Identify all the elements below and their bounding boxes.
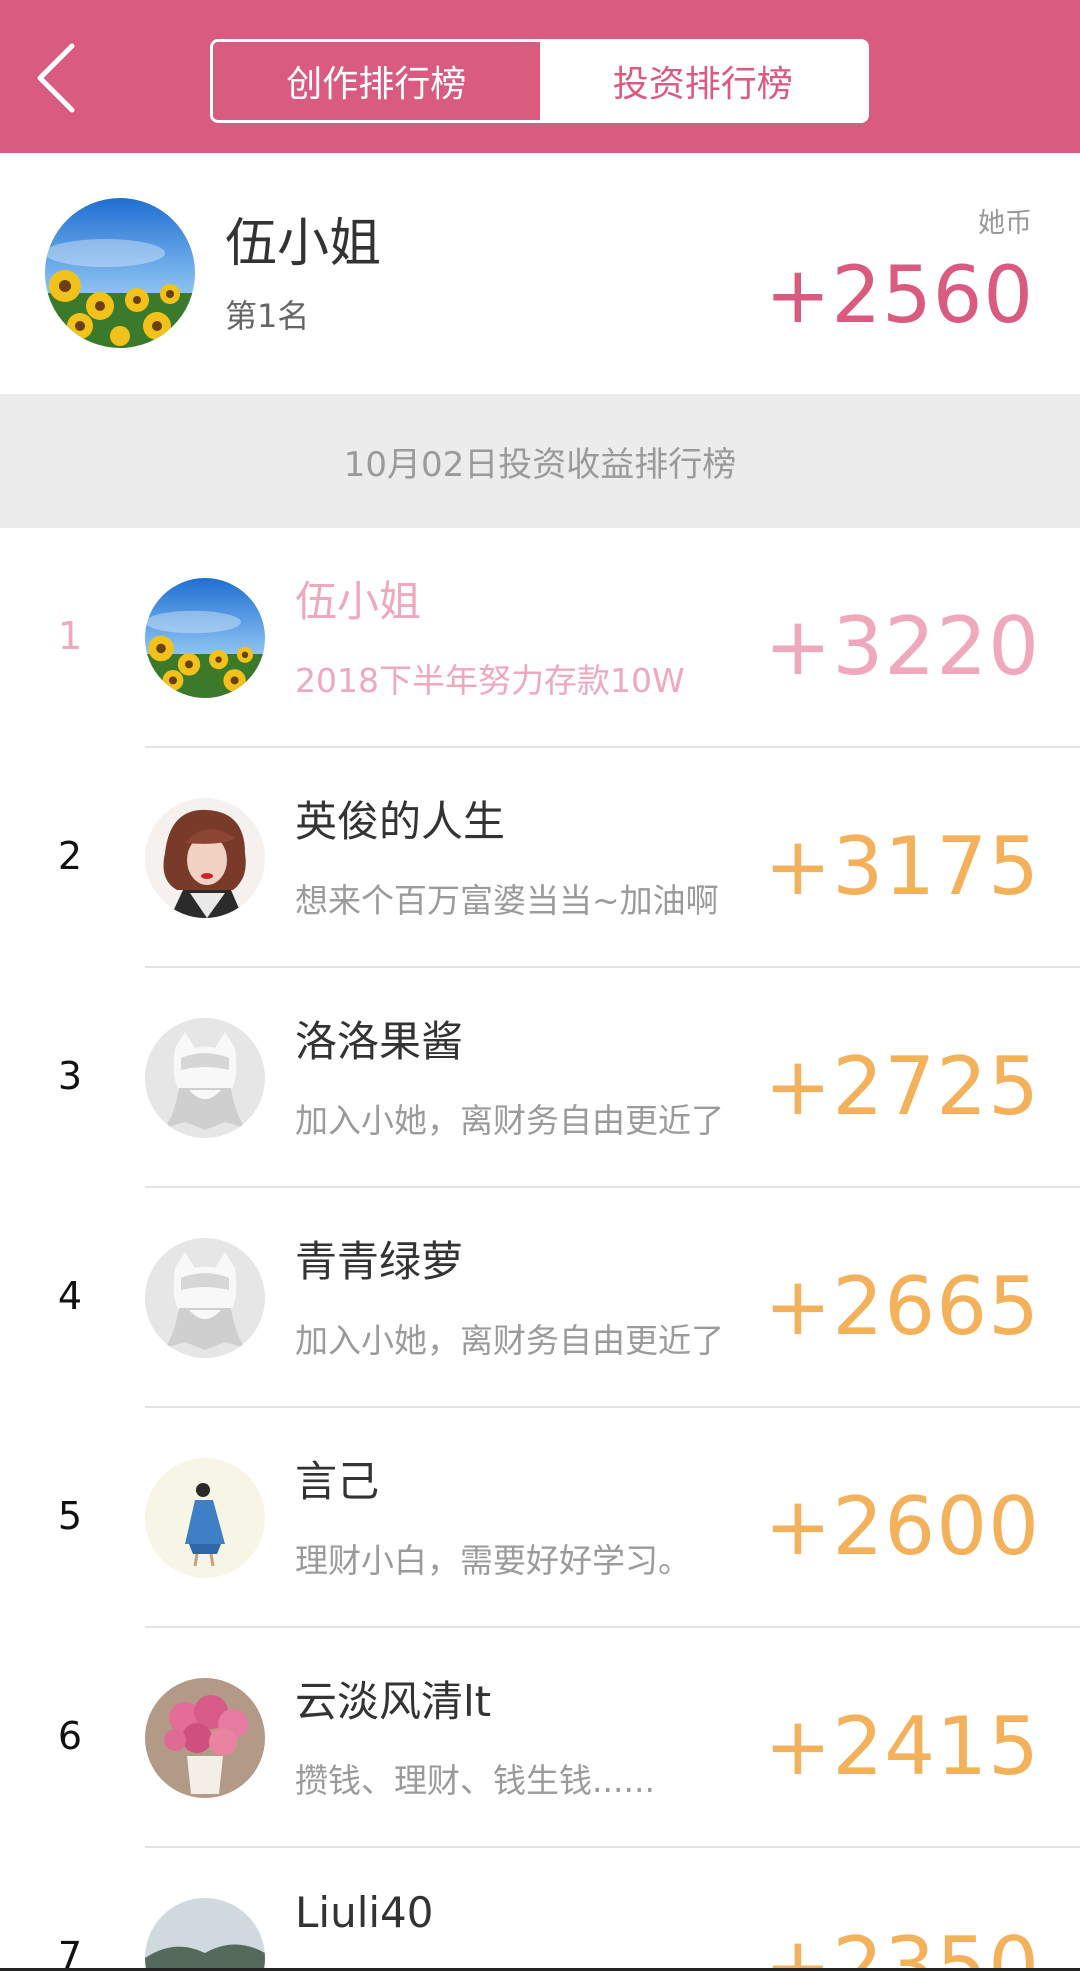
user-score: +2600: [764, 1480, 1040, 1573]
user-motto: 2018下半年努力存款10W: [295, 661, 685, 700]
rank-number: 3: [57, 1054, 83, 1098]
portrait-avatar-image: [145, 798, 265, 918]
user-motto: 攒钱、理财、钱生钱......: [295, 1761, 655, 1800]
ranking-list: 1 伍小姐 2018下半年努力存款10W +3220 2 英俊的人生 想来个百万…: [0, 528, 1080, 1971]
ranking-tab-switcher: 创作排行榜 投资排行榜: [210, 39, 869, 123]
sunflower-avatar-image: [45, 198, 195, 348]
default-cat-avatar-icon: [145, 1018, 265, 1138]
list-item[interactable]: 6 云淡风清lt 攒钱、理财、钱生钱...... +2415: [0, 1628, 1080, 1848]
user-name: 洛洛果酱: [295, 1017, 464, 1066]
landscape-avatar-image: [145, 1898, 265, 1971]
rank-number: 2: [57, 834, 83, 878]
user-name: 伍小姐: [295, 577, 422, 626]
sunflower-avatar-image: [145, 578, 265, 698]
user-score: +2665: [764, 1260, 1040, 1353]
user-motto: 理财小白，需要好好学习。: [295, 1541, 691, 1580]
avatar[interactable]: [145, 1018, 265, 1138]
avatar[interactable]: [145, 578, 265, 698]
top-user-score: +2560: [765, 251, 1034, 341]
rank-number: 7: [57, 1934, 83, 1971]
avatar[interactable]: [145, 1898, 265, 1971]
user-motto: 想来个百万富婆当当~加油啊: [295, 881, 719, 920]
user-score: +2350: [764, 1920, 1040, 1971]
list-item[interactable]: 4 青青绿萝 加入小她，离财务自由更近了 +2665: [0, 1188, 1080, 1408]
list-item[interactable]: 2 英俊的人生 想来个百万富婆当当~加油啊 +3175: [0, 748, 1080, 968]
top-user-name: 伍小姐: [225, 214, 382, 274]
default-cat-avatar-icon: [145, 1238, 265, 1358]
app-root: 创作排行榜 投资排行榜 伍小姐 第1名 她币 +2560 10月02日投资收益排…: [0, 0, 1080, 1971]
user-score: +3220: [764, 600, 1040, 693]
user-score: +2415: [764, 1700, 1040, 1793]
flower-vase-avatar-image: [145, 1678, 265, 1798]
avatar[interactable]: [145, 798, 265, 918]
tab-creation-ranking[interactable]: 创作排行榜: [213, 42, 540, 120]
user-name: 青青绿萝: [295, 1237, 464, 1286]
back-button[interactable]: [30, 38, 90, 118]
avatar[interactable]: [145, 1238, 265, 1358]
top-user-rank: 第1名: [225, 297, 310, 335]
rank-number: 5: [57, 1494, 83, 1538]
user-name: 英俊的人生: [295, 797, 506, 846]
user-name: Liuli40: [295, 1888, 434, 1937]
rank-number: 4: [57, 1274, 83, 1318]
top-nav-bar: 创作排行榜 投资排行榜: [0, 0, 1080, 153]
user-motto: 加入小她，离财务自由更近了: [295, 1321, 724, 1360]
list-item[interactable]: 3 洛洛果酱 加入小她，离财务自由更近了 +2725: [0, 968, 1080, 1188]
tab-investment-ranking[interactable]: 投资排行榜: [539, 42, 866, 120]
girl-illustration-avatar-image: [145, 1458, 265, 1578]
user-score: +3175: [764, 820, 1040, 913]
rank-number: 6: [57, 1714, 83, 1758]
user-score: +2725: [764, 1040, 1040, 1133]
user-motto: 加入小她，离财务自由更近了: [295, 1101, 724, 1140]
list-item[interactable]: 1 伍小姐 2018下半年努力存款10W +3220: [0, 528, 1080, 748]
top-user-card[interactable]: 伍小姐 第1名 她币 +2560: [0, 153, 1080, 394]
user-name: 云淡风清lt: [295, 1677, 492, 1726]
rank-number: 1: [57, 614, 83, 658]
avatar[interactable]: [45, 198, 195, 348]
coin-label: 她币: [978, 208, 1032, 239]
date-banner: 10月02日投资收益排行榜: [0, 394, 1080, 528]
list-item[interactable]: 5 言己 理财小白，需要好好学习。 +2600: [0, 1408, 1080, 1628]
date-banner-text: 10月02日投资收益排行榜: [343, 444, 737, 485]
avatar[interactable]: [145, 1458, 265, 1578]
avatar[interactable]: [145, 1678, 265, 1798]
chevron-left-icon: [37, 43, 75, 113]
list-item[interactable]: 7 Liuli40 +2350: [0, 1848, 1080, 1971]
user-name: 言己: [295, 1457, 380, 1506]
